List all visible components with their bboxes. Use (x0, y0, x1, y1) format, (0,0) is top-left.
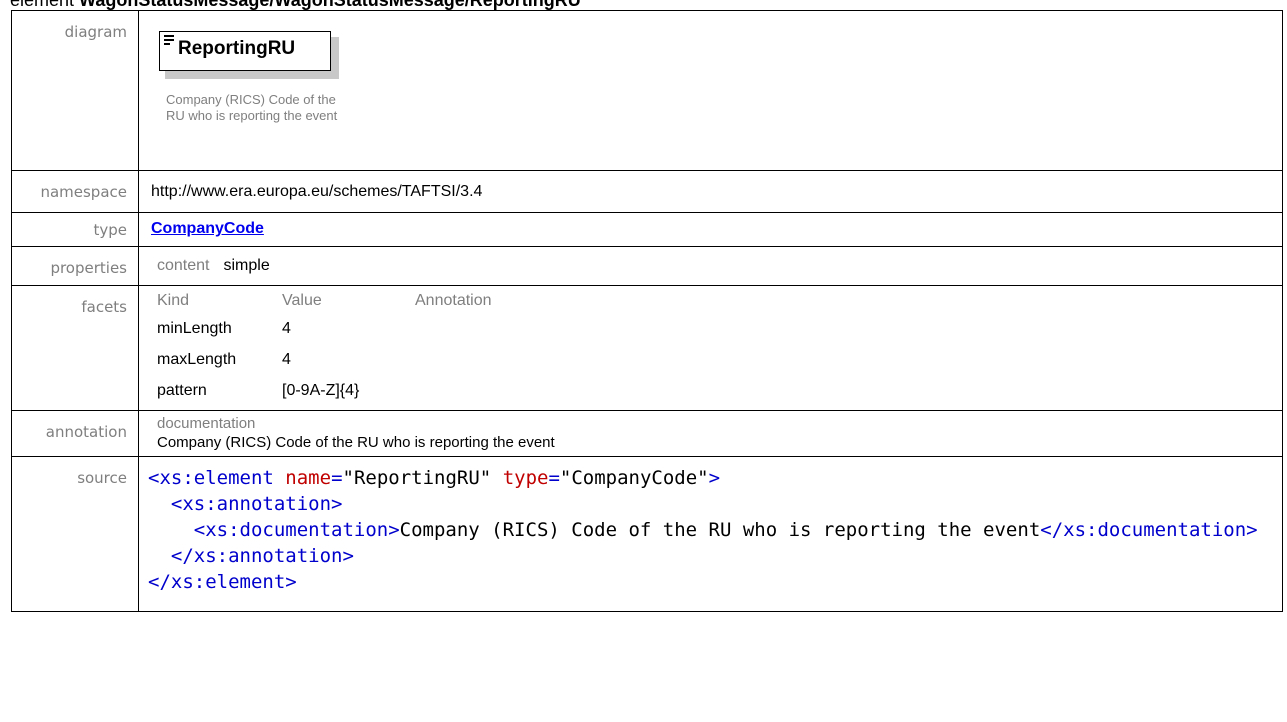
diagram-cell: ReportingRU Company (RICS) Code of the R… (138, 10, 1283, 171)
facets-header-annotation: Annotation (415, 292, 492, 309)
facet-row: pattern [0-9A-Z]{4} (157, 374, 492, 405)
facet-kind: maxLength (157, 351, 237, 368)
properties-value: simple (223, 257, 270, 274)
facet-annotation (415, 343, 492, 374)
element-doc-table: diagram ReportingRU Company (RICS) Code … (11, 10, 1283, 612)
diagram-row: diagram ReportingRU Company (RICS) Code … (11, 10, 1283, 171)
source-code: <xs:element name="ReportingRU" type="Com… (148, 467, 1258, 593)
annotation-text: Company (RICS) Code of the RU who is rep… (157, 434, 555, 451)
facet-kind: minLength (157, 320, 232, 337)
namespace-label: namespace (11, 170, 139, 213)
facet-annotation (415, 374, 492, 405)
namespace-value: http://www.era.europa.eu/schemes/TAFTSI/… (151, 183, 483, 200)
type-label: type (11, 212, 139, 247)
facet-value: [0-9A-Z]{4} (282, 382, 360, 399)
namespace-row: namespace http://www.era.europa.eu/schem… (11, 170, 1283, 213)
diagram-label: diagram (11, 10, 139, 171)
type-link[interactable]: CompanyCode (151, 220, 264, 237)
facets-header-value: Value (282, 292, 322, 309)
annotation-label: annotation (11, 410, 139, 457)
heading-prefix: element (10, 0, 80, 10)
type-row: type CompanyCode (11, 212, 1283, 247)
facets-header-kind: Kind (157, 292, 190, 309)
facet-value: 4 (282, 351, 291, 368)
facets-row: facets Kind Value Annotation minLength 4 (11, 285, 1283, 411)
facet-annotation (415, 312, 492, 343)
facet-row: maxLength 4 (157, 343, 492, 374)
facets-table: Kind Value Annotation minLength 4 maxLen… (157, 292, 492, 405)
facet-value: 4 (282, 320, 291, 337)
facet-row: minLength 4 (157, 312, 492, 343)
annotation-key: documentation (157, 415, 256, 432)
source-row: source <xs:element name="ReportingRU" ty… (11, 456, 1283, 612)
properties-row: properties content simple (11, 246, 1283, 286)
annotation-row: annotation documentation Company (RICS) … (11, 410, 1283, 457)
documentation-lines-icon (164, 35, 174, 45)
element-box-documentation: Company (RICS) Code of the RU who is rep… (166, 92, 338, 123)
element-box-name: ReportingRU (178, 38, 296, 59)
heading-path: WagonStatusMessage/WagonStatusMessage/Re… (79, 0, 581, 10)
source-label: source (11, 456, 139, 612)
facets-label: facets (11, 285, 139, 411)
element-box[interactable]: ReportingRU (159, 31, 331, 71)
properties-label: properties (11, 246, 139, 286)
facet-kind: pattern (157, 382, 207, 399)
properties-key: content (157, 257, 210, 274)
